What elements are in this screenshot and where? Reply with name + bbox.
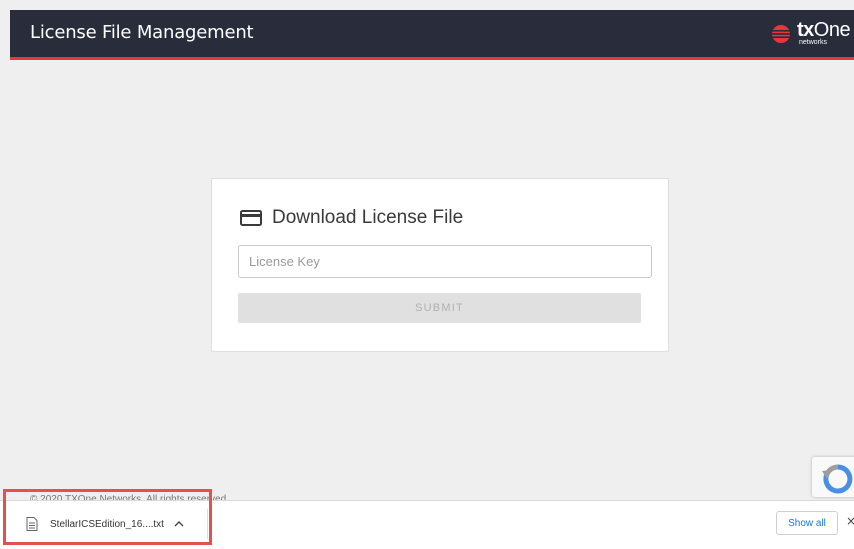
credit-card-icon bbox=[240, 210, 262, 226]
card-title: Download License File bbox=[240, 207, 463, 229]
page-title: License File Management bbox=[30, 22, 254, 43]
downloaded-file-name: StellarICSEdition_16....txt bbox=[50, 518, 164, 530]
card-title-text: Download License File bbox=[272, 207, 464, 228]
recaptcha-badge[interactable] bbox=[812, 457, 854, 497]
logo-subtitle: networks bbox=[799, 39, 828, 46]
txone-logo: txOne networks bbox=[768, 19, 851, 47]
chevron-up-icon[interactable] bbox=[174, 519, 184, 529]
close-download-bar-icon[interactable]: × bbox=[846, 514, 854, 528]
app-header: License File Management txOne networks bbox=[10, 10, 854, 60]
recaptcha-icon bbox=[822, 464, 853, 494]
download-license-card: Download License File SUBMIT bbox=[211, 178, 669, 352]
license-key-input[interactable] bbox=[238, 245, 652, 278]
show-all-button[interactable]: Show all bbox=[776, 511, 838, 535]
download-item-divider bbox=[207, 509, 208, 539]
download-item[interactable]: StellarICSEdition_16....txt bbox=[14, 509, 206, 539]
txone-logo-icon bbox=[768, 25, 794, 43]
submit-button[interactable]: SUBMIT bbox=[238, 293, 641, 323]
document-icon bbox=[26, 517, 38, 531]
download-bar: StellarICSEdition_16....txt bbox=[0, 500, 854, 549]
